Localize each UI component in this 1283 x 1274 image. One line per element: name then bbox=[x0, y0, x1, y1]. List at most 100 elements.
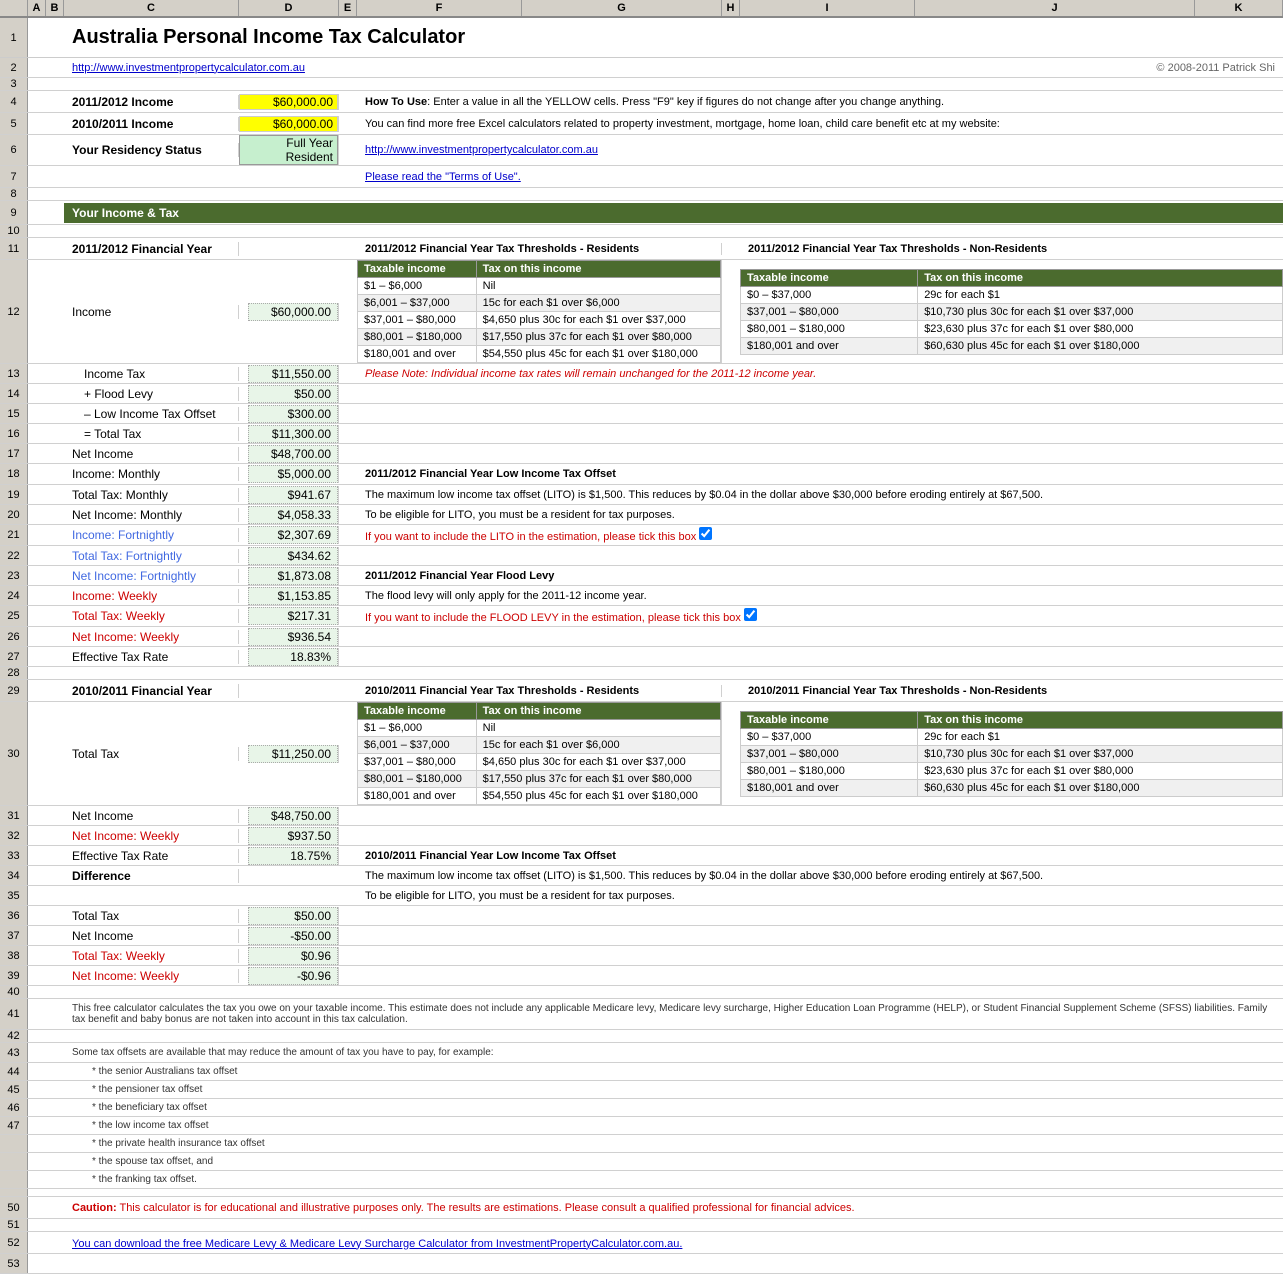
row-43: 43 Some tax offsets are available that m… bbox=[0, 1043, 1283, 1063]
total-tax-weekly-value: $217.31 bbox=[248, 607, 338, 625]
net-income-monthly-label-cell: Net Income: Monthly bbox=[64, 508, 239, 522]
offset-7-cell: * the franking tax offset. bbox=[64, 1173, 1283, 1186]
t2011-r2-tax: 15c for each $1 over $6,000 bbox=[476, 737, 720, 754]
lito-checkbox[interactable] bbox=[699, 527, 712, 540]
website-link-row2[interactable]: http://www.investmentpropertycalculator.… bbox=[64, 60, 313, 76]
row-num-47: 47 bbox=[0, 1117, 28, 1134]
row-num-21: 21 bbox=[0, 525, 28, 545]
total-tax-value-cell: $11,300.00 bbox=[239, 425, 339, 443]
col-header-a: A bbox=[28, 0, 46, 16]
flood-levy-label-cell: + Flood Levy bbox=[64, 387, 239, 401]
tr-5-tax: $54,550 plus 45c for each $1 over $180,0… bbox=[476, 346, 720, 363]
row-19-content: Total Tax: Monthly $941.67 The maximum l… bbox=[28, 485, 1283, 504]
threshold-res-table-cell: Taxable income Tax on this income $1 – $… bbox=[357, 260, 722, 363]
row-num-17: 17 bbox=[0, 444, 28, 463]
diff-total-tax-weekly-label: Total Tax: Weekly bbox=[64, 949, 173, 963]
lito-value-cell: $300.00 bbox=[239, 405, 339, 423]
row-num-18: 18 bbox=[0, 464, 28, 484]
how-to-use-line2: You can find more free Excel calculators… bbox=[357, 118, 1283, 130]
row-28: 28 bbox=[0, 667, 1283, 680]
year2012-heading-cell: 2011/2012 Financial Year bbox=[64, 242, 239, 256]
net-income-weekly-2011-label: Net Income: Weekly bbox=[64, 829, 187, 843]
row-29: 29 2010/2011 Financial Year 2010/2011 Fi… bbox=[0, 680, 1283, 702]
download-link[interactable]: You can download the free Medicare Levy … bbox=[72, 1238, 682, 1250]
row-50: 50 Caution: This calculator is for educa… bbox=[0, 1197, 1283, 1219]
row-num-48b bbox=[0, 1171, 28, 1188]
row-3: 3 bbox=[0, 78, 1283, 91]
row-17: 17 Net Income $48,700.00 bbox=[0, 444, 1283, 464]
row-num-23: 23 bbox=[0, 566, 28, 585]
col-header-d: D bbox=[239, 0, 339, 16]
income-2011-input[interactable]: $60,000.00 bbox=[239, 116, 338, 132]
copyright-text: © 2008-2011 Patrick Shi bbox=[1148, 60, 1283, 76]
website-link-howto[interactable]: http://www.investmentpropertycalculator.… bbox=[365, 144, 598, 156]
offset-2: * the pensioner tax offset bbox=[92, 1084, 202, 1095]
effective-tax-rate-2011-value-cell: 18.75% bbox=[239, 847, 339, 865]
net-income-fortnightly-label: Net Income: Fortnightly bbox=[64, 569, 204, 583]
row-16: 16 = Total Tax $11,300.00 bbox=[0, 424, 1283, 444]
total-tax-2011-label: Total Tax bbox=[64, 747, 127, 761]
row-num-32: 32 bbox=[0, 826, 28, 845]
total-tax-2011-label-cell: Total Tax bbox=[64, 747, 239, 761]
tr-5-income: $180,001 and over bbox=[358, 346, 477, 363]
net-income-label: Net Income bbox=[64, 447, 141, 461]
income-monthly-label: Income: Monthly bbox=[64, 467, 168, 481]
th2011-tax: Tax on this income bbox=[476, 703, 720, 720]
threshold-2011-res-heading-cell: 2010/2011 Financial Year Tax Thresholds … bbox=[357, 685, 722, 697]
income-2011-value-cell: $60,000.00 bbox=[239, 116, 339, 132]
threshold-2012-nonres-table: Taxable income Tax on this income $0 – $… bbox=[740, 269, 1283, 355]
flood-levy-label: + Flood Levy bbox=[64, 387, 161, 401]
n2011-r3-tax: $23,630 plus 37c for each $1 over $80,00… bbox=[918, 762, 1283, 779]
row-26-content: Net Income: Weekly $936.54 bbox=[28, 627, 1283, 646]
income-2012-value-cell: $60,000.00 bbox=[239, 94, 339, 110]
income-fortnight-value-cell: $2,307.69 bbox=[239, 526, 339, 544]
row-num-46: 46 bbox=[0, 1099, 28, 1116]
flood-checkbox[interactable] bbox=[744, 608, 757, 621]
income-value: $60,000.00 bbox=[248, 303, 338, 321]
effective-tax-rate-2011-value: 18.75% bbox=[248, 847, 338, 865]
diff-total-tax-weekly-value-cell: $0.96 bbox=[239, 947, 339, 965]
row-38: 38 Total Tax: Weekly $0.96 bbox=[0, 946, 1283, 966]
income-monthly-value: $5,000.00 bbox=[248, 465, 338, 483]
row-30-content: Total Tax $11,250.00 Taxable income Tax … bbox=[28, 702, 1283, 805]
net-income-monthly-value: $4,058.33 bbox=[248, 506, 338, 524]
flood-levy-value: $50.00 bbox=[248, 385, 338, 403]
row-num-30: 30 bbox=[0, 702, 28, 805]
lito-2011-heading-cell: 2010/2011 Financial Year Low Income Tax … bbox=[357, 848, 1283, 864]
lito-section-cell: 2011/2012 Financial Year Low Income Tax … bbox=[357, 464, 1283, 484]
row-num-12: 12 bbox=[0, 260, 28, 363]
lito-label: – Low Income Tax Offset bbox=[64, 407, 224, 421]
net-income-weekly-label: Net Income: Weekly bbox=[64, 630, 187, 644]
row-7-content: Please read the "Terms of Use". bbox=[28, 166, 1283, 187]
income-tax-label-cell: Income Tax bbox=[64, 367, 239, 381]
row-num-5: 5 bbox=[0, 113, 28, 134]
row-21-content: Income: Fortnightly $2,307.69 If you wan… bbox=[28, 525, 1283, 545]
row-31-content: Net Income $48,750.00 bbox=[28, 806, 1283, 825]
row-13-content: Income Tax $11,550.00 Please Note: Indiv… bbox=[28, 364, 1283, 383]
row-5: 5 2010/2011 Income $60,000.00 You can fi… bbox=[0, 113, 1283, 135]
ntr-2-income: $37,001 – $80,000 bbox=[741, 303, 918, 320]
row-3-content bbox=[28, 78, 1283, 90]
effective-tax-rate-2012-value: 18.83% bbox=[248, 648, 338, 666]
terms-link[interactable]: Please read the "Terms of Use". bbox=[365, 171, 521, 183]
offset-4: * the low income tax offset bbox=[92, 1120, 209, 1131]
row-35: 35 To be eligible for LITO, you must be … bbox=[0, 886, 1283, 906]
residency-input[interactable]: Full Year Resident bbox=[239, 135, 338, 165]
threshold-2012-nonres-heading: 2011/2012 Financial Year Tax Thresholds … bbox=[740, 243, 1055, 255]
diff-total-tax-label: Total Tax bbox=[64, 909, 127, 923]
row-24-content: Income: Weekly $1,153.85 The flood levy … bbox=[28, 586, 1283, 605]
income-2012-input[interactable]: $60,000.00 bbox=[239, 94, 338, 110]
tr-1-income: $1 – $6,000 bbox=[358, 278, 477, 295]
ntr-2-tax: $10,730 plus 30c for each $1 over $37,00… bbox=[918, 303, 1283, 320]
row-49 bbox=[0, 1189, 1283, 1197]
total-tax-fortnight-label-cell: Total Tax: Fortnightly bbox=[64, 549, 239, 563]
lito-value: $300.00 bbox=[248, 405, 338, 423]
tr-2-income: $6,001 – $37,000 bbox=[358, 295, 477, 312]
row-32: 32 Net Income: Weekly $937.50 bbox=[0, 826, 1283, 846]
threshold-2011-nonres-heading-cell: 2010/2011 Financial Year Tax Thresholds … bbox=[740, 685, 1283, 697]
row-num-36: 36 bbox=[0, 906, 28, 925]
row-52: 52 You can download the free Medicare Le… bbox=[0, 1232, 1283, 1254]
row-14-content: + Flood Levy $50.00 bbox=[28, 384, 1283, 403]
row-2: 2 http://www.investmentpropertycalculato… bbox=[0, 58, 1283, 78]
col-header-f: F bbox=[357, 0, 522, 16]
